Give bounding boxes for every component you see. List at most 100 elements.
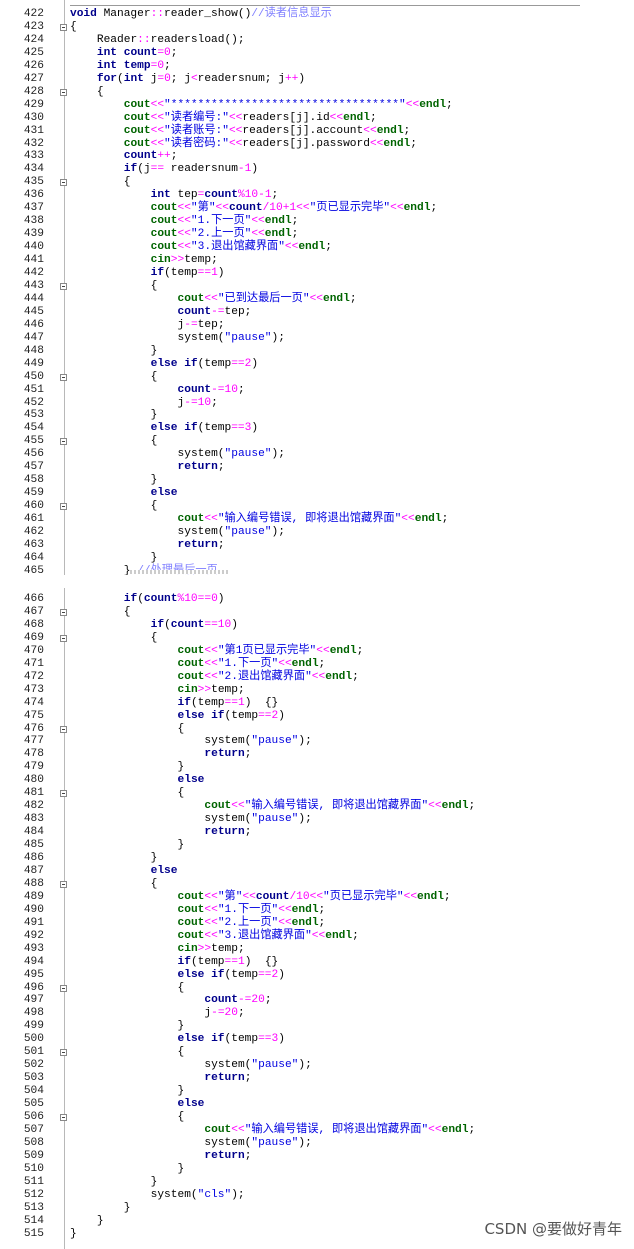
code-line[interactable]: 422 void Manager::reader_show()//读者信息显示: [0, 8, 634, 21]
code-line[interactable]: 440 cout<<"3.退出馆藏界面"<<endl;: [0, 241, 634, 254]
code-line[interactable]: 479}: [0, 761, 634, 774]
code-line[interactable]: 492 cout<<"3.退出馆藏界面"<<endl;: [0, 930, 634, 943]
fold-toggle-icon[interactable]: [60, 282, 67, 290]
fold-toggle-icon[interactable]: [60, 725, 67, 733]
code-line[interactable]: 477 system("pause");: [0, 735, 634, 748]
code-line[interactable]: 460 {: [0, 500, 634, 513]
code-line[interactable]: 489 cout<<"第"<<count/10<<"页已显示完毕"<<endl;: [0, 891, 634, 904]
code-line[interactable]: 494 if(temp==1) {}: [0, 956, 634, 969]
code-line[interactable]: 498 j-=20;: [0, 1007, 634, 1020]
code-line[interactable]: 423 {: [0, 21, 634, 34]
code-line[interactable]: 435 {: [0, 176, 634, 189]
code-line[interactable]: 442 if(temp==1): [0, 267, 634, 280]
code-line[interactable]: 445 count-=tep;: [0, 306, 634, 319]
code-line[interactable]: 462 system("pause");: [0, 526, 634, 539]
code-line[interactable]: 471 cout<<"1.下一页"<<endl;: [0, 658, 634, 671]
code-line[interactable]: 512 system("cls");: [0, 1189, 634, 1202]
code-line[interactable]: 472 cout<<"2.退出馆藏界面"<<endl;: [0, 671, 634, 684]
code-line[interactable]: 478 return;: [0, 748, 634, 761]
fold-toggle-icon[interactable]: [60, 880, 67, 888]
code-line[interactable]: 466 if(count%10==0): [0, 593, 634, 606]
code-line[interactable]: 513}: [0, 1202, 634, 1215]
code-line[interactable]: 441 cin>>temp;: [0, 254, 634, 267]
code-line[interactable]: 461 cout<<"输入编号错误, 即将退出馆藏界面"<<endl;: [0, 513, 634, 526]
code-line[interactable]: 509 return;: [0, 1150, 634, 1163]
fold-toggle-icon[interactable]: [60, 373, 67, 381]
code-line[interactable]: 502 system("pause");: [0, 1059, 634, 1072]
code-line[interactable]: 482 cout<<"输入编号错误, 即将退出馆藏界面"<<endl;: [0, 800, 634, 813]
code-line[interactable]: 465} //处理最后一页: [0, 565, 634, 575]
code-line[interactable]: 432 cout<<"读者密码:"<<readers[j].password<<e…: [0, 138, 634, 151]
code-line[interactable]: 469 {: [0, 632, 634, 645]
code-line[interactable]: 474 if(temp==1) {}: [0, 697, 634, 710]
code-line[interactable]: 446 j-=tep;: [0, 319, 634, 332]
code-line[interactable]: 485}: [0, 839, 634, 852]
code-line[interactable]: 426 int temp=0;: [0, 60, 634, 73]
code-line[interactable]: 475 else if(temp==2): [0, 710, 634, 723]
code-line[interactable]: 438 cout<<"1.下一页"<<endl;: [0, 215, 634, 228]
code-line[interactable]: 443 {: [0, 280, 634, 293]
code-line[interactable]: 456 system("pause");: [0, 448, 634, 461]
code-line[interactable]: 500 else if(temp==3): [0, 1033, 634, 1046]
code-line[interactable]: 493 cin>>temp;: [0, 943, 634, 956]
code-line[interactable]: 429 cout<<"******************************…: [0, 99, 634, 112]
code-line[interactable]: 487 else: [0, 865, 634, 878]
code-line[interactable]: 483 system("pause");: [0, 813, 634, 826]
code-line[interactable]: 451 count-=10;: [0, 384, 634, 397]
code-line[interactable]: 436 int tep=count%10-1;: [0, 189, 634, 202]
code-line[interactable]: 439 cout<<"2.上一页"<<endl;: [0, 228, 634, 241]
code-line[interactable]: 455 {: [0, 435, 634, 448]
code-line[interactable]: 434 if(j== readersnum-1): [0, 163, 634, 176]
code-line[interactable]: 510}: [0, 1163, 634, 1176]
code-line[interactable]: 491 cout<<"2.上一页"<<endl;: [0, 917, 634, 930]
code-line[interactable]: 430 cout<<"读者编号:"<<readers[j].id<<endl;: [0, 112, 634, 125]
code-line[interactable]: 467 {: [0, 606, 634, 619]
fold-toggle-icon[interactable]: [60, 634, 67, 642]
code-line[interactable]: 428 {: [0, 86, 634, 99]
code-line[interactable]: 506 {: [0, 1111, 634, 1124]
code-line[interactable]: 473 cin>>temp;: [0, 684, 634, 697]
code-line[interactable]: 425 int count=0;: [0, 47, 634, 60]
fold-toggle-icon[interactable]: [60, 790, 67, 798]
code-line[interactable]: 457 return;: [0, 461, 634, 474]
code-line[interactable]: 464}: [0, 552, 634, 565]
fold-toggle-icon[interactable]: [60, 438, 67, 446]
code-line[interactable]: 497 count-=20;: [0, 994, 634, 1007]
code-line[interactable]: 458}: [0, 474, 634, 487]
code-line[interactable]: 424 Reader::readersload();: [0, 34, 634, 47]
code-editor-panel-top[interactable]: 422 void Manager::reader_show()//读者信息显示 42…: [0, 0, 634, 575]
code-line[interactable]: 495 else if(temp==2): [0, 969, 634, 982]
fold-toggle-icon[interactable]: [60, 88, 67, 96]
code-line[interactable]: 448}: [0, 345, 634, 358]
fold-toggle-icon[interactable]: [60, 984, 67, 992]
code-line[interactable]: 481 {: [0, 787, 634, 800]
fold-toggle-icon[interactable]: [60, 1114, 67, 1121]
code-line[interactable]: 505 else: [0, 1098, 634, 1111]
code-line[interactable]: 444 cout<<"已到达最后一页"<<endl;: [0, 293, 634, 306]
code-line[interactable]: 484 return;: [0, 826, 634, 839]
code-line[interactable]: 463 return;: [0, 539, 634, 552]
fold-toggle-icon[interactable]: [60, 23, 67, 31]
code-line[interactable]: 433 count++;: [0, 150, 634, 163]
code-line[interactable]: 508 system("pause");: [0, 1137, 634, 1150]
code-line[interactable]: 501 {: [0, 1046, 634, 1059]
code-line[interactable]: 450 {: [0, 371, 634, 384]
fold-toggle-icon[interactable]: [60, 179, 67, 187]
code-line[interactable]: 437 cout<<"第"<<count/10+1<<"页已显示完毕"<<endl…: [0, 202, 634, 215]
code-line[interactable]: 503 return;: [0, 1072, 634, 1085]
code-line[interactable]: 480 else: [0, 774, 634, 787]
code-line[interactable]: 459 else: [0, 487, 634, 500]
code-line[interactable]: 452 j-=10;: [0, 397, 634, 410]
code-line[interactable]: 499}: [0, 1020, 634, 1033]
code-editor-panel-bottom[interactable]: 466 if(count%10==0) 467{468 if(count==10) 46…: [0, 588, 634, 1249]
code-line[interactable]: 490 cout<<"1.下一页"<<endl;: [0, 904, 634, 917]
code-line[interactable]: 488 {: [0, 878, 634, 891]
fold-toggle-icon[interactable]: [60, 1049, 67, 1057]
code-line[interactable]: 470 cout<<"第1页已显示完毕"<<endl;: [0, 645, 634, 658]
code-line[interactable]: 449 else if(temp==2): [0, 358, 634, 371]
fold-toggle-icon[interactable]: [60, 503, 67, 511]
code-line[interactable]: 504}: [0, 1085, 634, 1098]
code-line[interactable]: 468 if(count==10): [0, 619, 634, 632]
code-line[interactable]: 454 else if(temp==3): [0, 422, 634, 435]
code-line[interactable]: 476 {: [0, 723, 634, 736]
